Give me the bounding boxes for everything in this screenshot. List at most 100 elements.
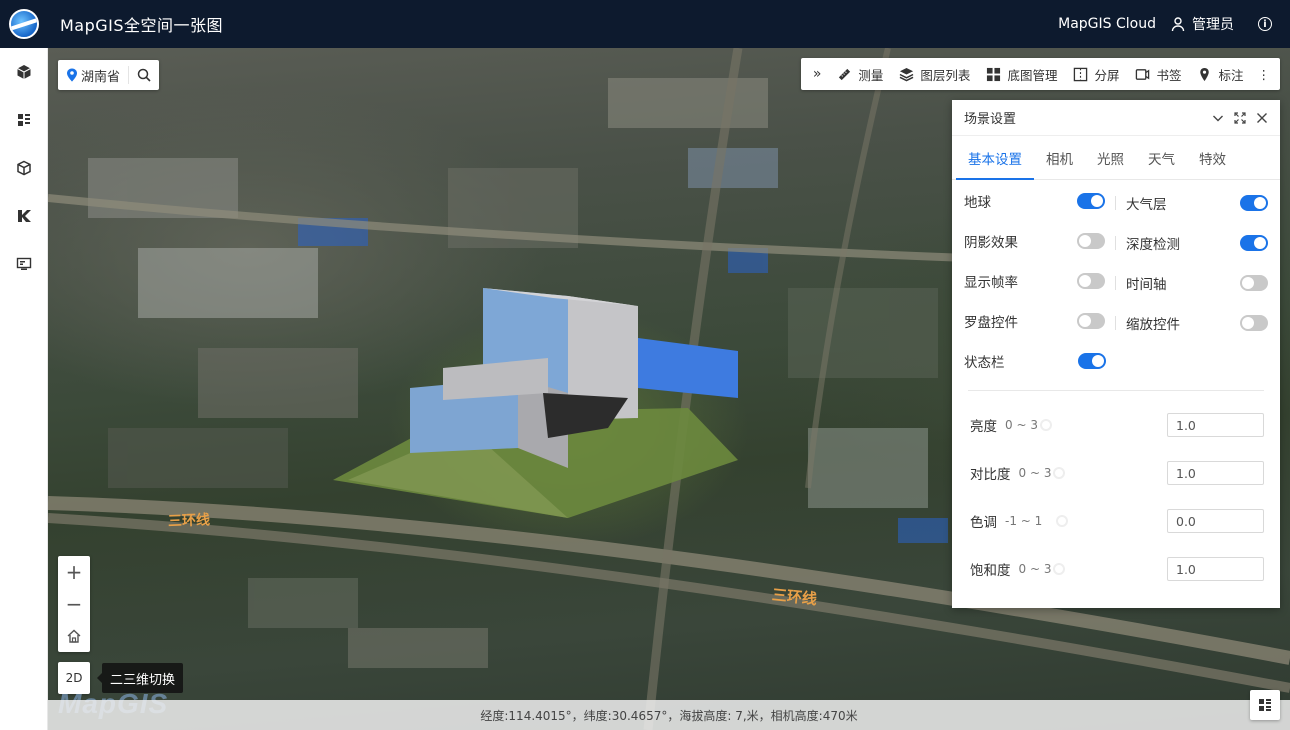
setting-label: 深度检测 — [1126, 237, 1180, 253]
slider-saturation: 饱和度 0 ~ 3 1.0 — [952, 545, 1280, 593]
slider-range: -1 ~ 1 — [1005, 514, 1043, 528]
zoom-control-switch[interactable] — [1240, 315, 1268, 331]
home-icon — [67, 629, 81, 643]
saturation-input[interactable]: 1.0 — [1167, 557, 1264, 581]
setting-timeline: 时间轴 — [1116, 272, 1268, 294]
sidebar-item-3d[interactable] — [0, 144, 48, 192]
toolbar-collapse-button[interactable]: » — [805, 58, 830, 90]
user-icon — [1171, 17, 1185, 32]
app-logo[interactable] — [0, 0, 48, 48]
left-sidebar — [0, 48, 48, 730]
tool-measure[interactable]: 测量 — [829, 58, 891, 90]
setting-zoom-control: 缩放控件 — [1116, 312, 1268, 334]
tool-label: 标注 — [1218, 67, 1244, 83]
panel-header: 场景设置 — [952, 100, 1280, 136]
user-name[interactable]: 管理员 — [1192, 14, 1234, 34]
depth-test-switch[interactable] — [1240, 235, 1268, 251]
coordinates-readout: 经度:114.4015°，纬度:30.4657°，海拔高度: 7,米，相机高度:… — [480, 708, 858, 723]
tool-bookmark[interactable]: 书签 — [1127, 58, 1189, 90]
setting-atmosphere: 大气层 — [1116, 192, 1268, 214]
slider-label: 对比度 — [970, 467, 1011, 483]
slider-contrast: 对比度 0 ~ 3 1.0 — [952, 449, 1280, 497]
sidebar-item-screen[interactable] — [0, 240, 48, 288]
region-search: 湖南省 — [58, 60, 160, 90]
cloud-link[interactable]: MapGIS Cloud — [1058, 16, 1156, 32]
tab-effects[interactable]: 特效 — [1187, 136, 1238, 179]
setting-label: 阴影效果 — [964, 235, 1018, 251]
sidebar-item-catalog[interactable] — [0, 96, 48, 144]
tool-label: 底图管理 — [1007, 67, 1058, 83]
region-name: 湖南省 — [81, 69, 121, 85]
zoom-in-button[interactable]: + — [58, 556, 90, 588]
atmosphere-switch[interactable] — [1240, 195, 1268, 211]
slider-handle[interactable] — [1056, 515, 1069, 527]
tool-basemap[interactable]: 底图管理 — [978, 58, 1065, 90]
brightness-input[interactable]: 1.0 — [1167, 413, 1264, 437]
tool-label: 测量 — [858, 67, 884, 83]
slider-label: 亮度 — [970, 419, 997, 435]
contrast-slider[interactable] — [1053, 467, 1155, 479]
location-pin-icon — [67, 68, 77, 82]
tool-label: 分屏 — [1094, 67, 1120, 83]
box-3d-icon — [17, 160, 31, 176]
statusbar-switch[interactable] — [1078, 353, 1106, 369]
tool-layer-list[interactable]: 图层列表 — [891, 58, 978, 90]
hue-slider[interactable] — [1050, 515, 1155, 527]
saturation-slider[interactable] — [1053, 563, 1155, 575]
tool-annotation[interactable]: 标注 — [1189, 58, 1251, 90]
ruler-icon — [839, 68, 851, 80]
timeline-switch[interactable] — [1240, 275, 1268, 291]
status-bar: 经度:114.4015°，纬度:30.4657°，海拔高度: 7,米，相机高度:… — [48, 700, 1290, 730]
grid-icon — [987, 67, 1001, 81]
slider-hue: 色调 -1 ~ 1 0.0 — [952, 497, 1280, 545]
tool-label: 书签 — [1156, 67, 1182, 83]
zoom-out-button[interactable]: − — [58, 588, 90, 620]
sidebar-item-k[interactable] — [0, 192, 48, 240]
tab-weather[interactable]: 天气 — [1136, 136, 1187, 179]
tab-basic-settings[interactable]: 基本设置 — [956, 136, 1034, 180]
setting-label: 时间轴 — [1126, 277, 1167, 293]
globe-switch[interactable] — [1077, 193, 1105, 209]
setting-label: 缩放控件 — [1126, 317, 1180, 333]
close-icon[interactable] — [1256, 112, 1268, 124]
compass-switch[interactable] — [1077, 313, 1105, 329]
slider-handle[interactable] — [1053, 563, 1066, 575]
list-layers-icon — [18, 114, 30, 126]
panel-title: 场景设置 — [964, 112, 1017, 127]
panel-tabs: 基本设置 相机 光照 天气 特效 — [952, 136, 1280, 180]
layers-icon — [900, 67, 914, 81]
tab-lighting[interactable]: 光照 — [1085, 136, 1136, 179]
overview-button[interactable] — [1250, 690, 1280, 720]
panel-controls — [1212, 111, 1268, 124]
panel-divider — [968, 390, 1264, 391]
slider-handle[interactable] — [1039, 419, 1052, 431]
setting-label: 显示帧率 — [964, 275, 1018, 291]
hue-input[interactable]: 0.0 — [1167, 509, 1264, 533]
slider-handle[interactable] — [1053, 467, 1066, 479]
tool-label: 图层列表 — [920, 67, 971, 83]
toolbar-more-button[interactable]: ⋮ — [1252, 58, 1277, 90]
road-label: 三环线 — [167, 512, 211, 530]
expand-icon[interactable] — [1234, 111, 1246, 124]
tab-camera[interactable]: 相机 — [1034, 136, 1085, 179]
fps-switch[interactable] — [1077, 273, 1105, 289]
slider-range: 0 ~ 3 — [1005, 418, 1038, 432]
shadow-switch[interactable] — [1077, 233, 1105, 249]
sidebar-item-model[interactable] — [0, 48, 48, 96]
contrast-input[interactable]: 1.0 — [1167, 461, 1264, 485]
globe-icon — [9, 9, 39, 39]
tool-split-screen[interactable]: 分屏 — [1065, 58, 1127, 90]
search-icon — [137, 68, 151, 82]
brightness-slider[interactable] — [1039, 419, 1155, 431]
map-toolbar: » 测量 图层列表 底图管理 分屏 书签 标注 ⋮ — [800, 58, 1280, 90]
home-button[interactable] — [58, 620, 90, 652]
chevron-down-icon[interactable] — [1212, 112, 1224, 124]
slider-label: 饱和度 — [970, 563, 1011, 579]
info-icon[interactable]: i — [1258, 17, 1272, 31]
setting-depth-test: 深度检测 — [1116, 232, 1268, 254]
split-screen-icon — [1074, 67, 1088, 81]
region-selector[interactable]: 湖南省 — [58, 66, 130, 85]
k-logo-icon — [18, 210, 31, 222]
search-button[interactable] — [129, 60, 159, 90]
setting-label: 大气层 — [1126, 197, 1167, 213]
